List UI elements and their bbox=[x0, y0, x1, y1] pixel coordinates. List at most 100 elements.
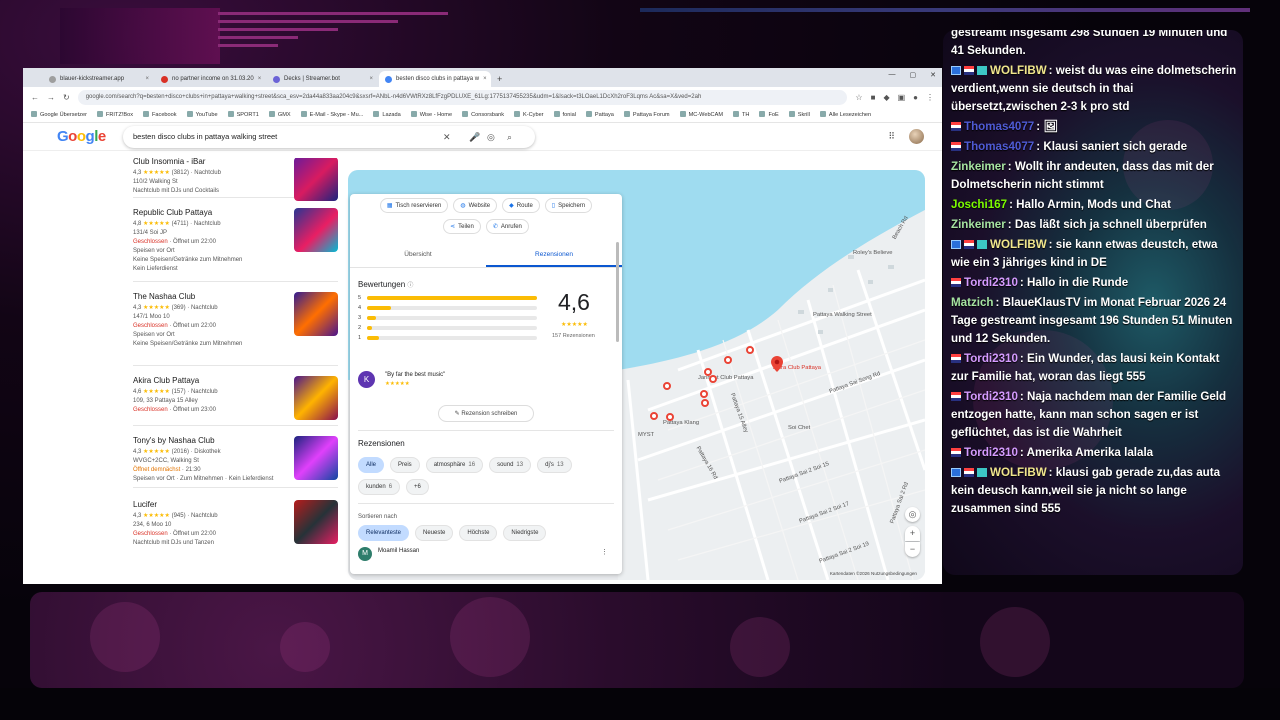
profile-icon[interactable]: ● bbox=[913, 93, 918, 102]
bookmark-item[interactable]: fonial bbox=[554, 111, 576, 118]
filter-chip[interactable]: Preis bbox=[390, 457, 420, 473]
website-button[interactable]: ◍ Website bbox=[453, 198, 498, 213]
bookmark-item[interactable]: MC-WebCAM bbox=[680, 111, 723, 118]
bookmark-item[interactable]: FRITZ!Box bbox=[97, 111, 133, 118]
bookmark-item[interactable]: YouTube bbox=[187, 111, 218, 118]
map-pin[interactable] bbox=[650, 412, 658, 420]
new-tab-button[interactable]: + bbox=[491, 71, 508, 87]
map-pin[interactable] bbox=[700, 390, 708, 398]
map-pin[interactable] bbox=[746, 346, 754, 354]
extension-icon[interactable]: ▣ bbox=[898, 93, 906, 102]
map-pin[interactable] bbox=[663, 382, 671, 390]
bookmark-item[interactable]: E-Mail - Skype - Mu... bbox=[301, 111, 364, 118]
bookmark-item[interactable]: Consorsbank bbox=[462, 111, 504, 118]
map-pin[interactable] bbox=[701, 399, 709, 407]
browser-tab[interactable]: Decks | Streamer.bot × bbox=[267, 71, 379, 87]
list-item[interactable]: Lucifer 4,3 ★★★★★ (945) · Nachtclub 234,… bbox=[133, 488, 338, 572]
chat-username[interactable]: WOLFIBW bbox=[990, 238, 1047, 251]
chat-username[interactable]: Tordi2310 bbox=[964, 390, 1018, 403]
panel-scrollbar[interactable] bbox=[616, 242, 619, 342]
review-count[interactable]: 157 Rezensionen bbox=[552, 333, 595, 339]
bookmark-item[interactable]: Pattaya bbox=[586, 111, 614, 118]
reviewer-name[interactable]: Moamil Hassan bbox=[378, 548, 419, 554]
close-icon[interactable]: × bbox=[369, 76, 373, 82]
tab-reviews[interactable]: Rezensionen bbox=[486, 244, 622, 267]
sort-chip[interactable]: Höchste bbox=[459, 525, 498, 541]
result-thumbnail[interactable] bbox=[294, 208, 338, 252]
bookmark-item[interactable]: Pattaya Forum bbox=[624, 111, 670, 118]
menu-icon[interactable]: ⋮ bbox=[926, 93, 934, 102]
close-icon[interactable]: × bbox=[145, 76, 149, 82]
browser-tab[interactable]: blauer-kickstreamer.app × bbox=[43, 71, 155, 87]
review-item[interactable]: M Moamil Hassan ⋮ bbox=[350, 541, 622, 565]
list-item[interactable]: The Nashaa Club 4,3 ★★★★★ (369) · Nachtc… bbox=[133, 282, 338, 366]
review-highlight[interactable]: K "By far the best music" ★★★★★ bbox=[350, 371, 622, 405]
sort-chip[interactable]: Neueste bbox=[415, 525, 454, 541]
result-thumbnail[interactable] bbox=[294, 436, 338, 480]
bookmark-item[interactable]: Skrill bbox=[789, 111, 810, 118]
bookmark-item[interactable]: Facebook bbox=[143, 111, 177, 118]
close-window-icon[interactable]: ✕ bbox=[930, 71, 936, 79]
list-item[interactable]: Akira Club Pattaya 4,6 ★★★★★ (157) · Nac… bbox=[133, 366, 338, 426]
chat-username[interactable]: Matzich bbox=[951, 296, 994, 309]
chat-username[interactable]: Tordi2310 bbox=[964, 352, 1018, 365]
close-icon[interactable]: × bbox=[258, 76, 262, 82]
reload-icon[interactable]: ↻ bbox=[63, 93, 70, 102]
chat-username[interactable]: Thomas4077 bbox=[964, 120, 1034, 133]
map-pin[interactable] bbox=[666, 413, 674, 421]
url-field[interactable]: google.com/search?q=besten+disco+clubs+i… bbox=[77, 89, 848, 105]
chat-username[interactable]: Joschi167 bbox=[951, 198, 1007, 211]
result-thumbnail[interactable] bbox=[294, 376, 338, 420]
bookmark-item[interactable]: GMX bbox=[269, 111, 291, 118]
zoom-out-button[interactable]: − bbox=[905, 542, 920, 557]
minimize-icon[interactable]: — bbox=[889, 71, 896, 79]
map-pin[interactable] bbox=[724, 356, 732, 364]
my-location-icon[interactable]: ◎ bbox=[905, 507, 920, 522]
maximize-icon[interactable]: ▢ bbox=[910, 71, 917, 79]
bookmark-item[interactable]: Alle Lesezeichen bbox=[820, 111, 871, 118]
filter-chip[interactable]: dj's 13 bbox=[537, 457, 572, 473]
save-button[interactable]: ▯ Speichern bbox=[544, 198, 593, 213]
bookmark-item[interactable]: Wise - Home bbox=[411, 111, 452, 118]
clear-icon[interactable]: ✕ bbox=[443, 126, 451, 148]
filter-chip[interactable]: kunden 6 bbox=[358, 479, 401, 495]
write-review-button[interactable]: ✎ Rezension schreiben bbox=[438, 405, 534, 422]
reserve-button[interactable]: ▦ Tisch reservieren bbox=[379, 198, 449, 213]
bookmark-item[interactable]: Google Übersetzer bbox=[31, 111, 87, 118]
browser-tab[interactable]: no partner income on 31.03.20 × bbox=[155, 71, 267, 87]
list-item[interactable]: Club Insomnia - iBar 4,3 ★★★★★ (3812) · … bbox=[133, 158, 338, 201]
tab-overview[interactable]: Übersicht bbox=[350, 244, 486, 267]
more-filters-chip[interactable]: +6 bbox=[406, 479, 429, 495]
call-button[interactable]: ✆ Anrufen bbox=[485, 219, 529, 234]
chat-username[interactable]: Tordi2310 bbox=[964, 276, 1018, 289]
bookmark-item[interactable]: FoE bbox=[759, 111, 778, 118]
apps-grid-icon[interactable]: ⠿ bbox=[888, 131, 895, 142]
bookmark-item[interactable]: TH bbox=[733, 111, 749, 118]
list-item[interactable]: Tony's by Nashaa Club 4,3 ★★★★★ (2016) ·… bbox=[133, 426, 338, 488]
extension-icon[interactable]: ■ bbox=[871, 93, 876, 102]
forward-icon[interactable]: → bbox=[47, 93, 55, 102]
filter-chip[interactable]: Alle bbox=[358, 457, 385, 473]
search-input[interactable]: besten disco clubs in pattaya walking st… bbox=[123, 126, 535, 148]
sort-chip[interactable]: Relevanteste bbox=[358, 525, 410, 541]
list-item[interactable]: Republic Club Pattaya 4,8 ★★★★★ (4711) ·… bbox=[133, 198, 338, 282]
extension-icon[interactable]: ◆ bbox=[883, 93, 889, 102]
result-thumbnail[interactable] bbox=[294, 158, 338, 201]
result-thumbnail[interactable] bbox=[294, 292, 338, 336]
lens-icon[interactable]: ◎ bbox=[487, 126, 495, 148]
search-icon[interactable]: ⌕ bbox=[507, 126, 512, 148]
chat-username[interactable]: Thomas4077 bbox=[964, 140, 1034, 153]
google-logo[interactable]: Google bbox=[57, 128, 106, 145]
bookmark-item[interactable]: SPORT1 bbox=[228, 111, 259, 118]
selected-map-pin-icon[interactable] bbox=[771, 356, 783, 372]
chat-username[interactable]: WOLFIBW bbox=[990, 466, 1047, 479]
star-icon[interactable]: ☆ bbox=[855, 93, 862, 102]
map-pin[interactable] bbox=[709, 375, 717, 383]
filter-chip[interactable]: sound 13 bbox=[489, 457, 532, 473]
sort-chip[interactable]: Niedrigste bbox=[503, 525, 547, 541]
microphone-icon[interactable]: 🎤 bbox=[469, 126, 480, 148]
back-icon[interactable]: ← bbox=[31, 93, 39, 102]
filter-chip[interactable]: atmosphäre 16 bbox=[425, 457, 484, 473]
browser-tab-active[interactable]: besten disco clubs in pattaya w × bbox=[379, 71, 491, 87]
bookmark-item[interactable]: Lazada bbox=[373, 111, 400, 118]
